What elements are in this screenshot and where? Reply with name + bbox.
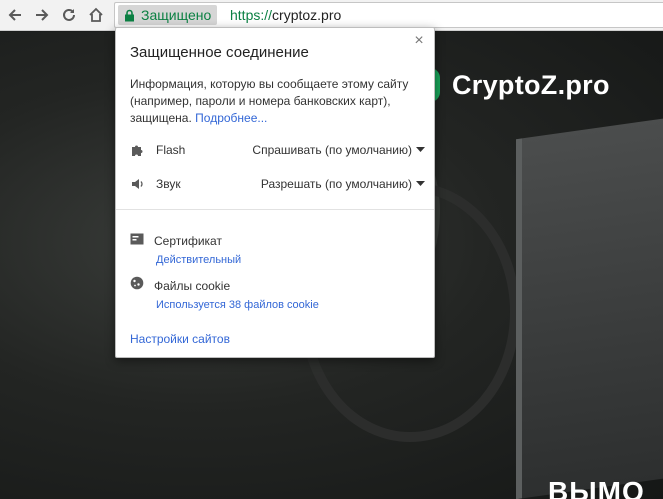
certificate-icon	[130, 232, 144, 250]
popup-title: Защищенное соединение	[130, 44, 309, 61]
certificate-section: Сертификат Действительный	[130, 232, 241, 266]
lock-icon	[125, 9, 134, 21]
cookies-section: Файлы cookie Используется 38 файлов cook…	[130, 276, 319, 311]
forward-button[interactable]	[31, 4, 53, 26]
cookies-label: Файлы cookie	[154, 278, 231, 293]
close-button[interactable]: ×	[412, 32, 426, 49]
certificate-status-link[interactable]: Действительный	[156, 254, 241, 266]
back-button[interactable]	[4, 4, 26, 26]
close-icon: ×	[414, 32, 424, 49]
permission-row-flash: Flash Спрашивать (по умолчанию)	[130, 141, 425, 159]
speaker-icon	[130, 176, 146, 192]
permission-value: Спрашивать (по умолчанию)	[252, 143, 412, 157]
popup-divider	[116, 209, 434, 210]
forward-arrow-icon	[36, 9, 49, 21]
certificate-label: Сертификат	[154, 234, 222, 248]
permission-select-sound[interactable]: Разрешать (по умолчанию)	[261, 177, 425, 191]
back-arrow-icon	[8, 9, 21, 21]
background-pc-case	[516, 116, 663, 499]
learn-more-link[interactable]: Подробнее...	[195, 111, 267, 125]
site-settings-link[interactable]: Настройки сайтов	[130, 332, 230, 346]
cookie-icon	[130, 276, 144, 295]
home-icon	[89, 7, 103, 22]
dropdown-arrow-icon	[416, 147, 425, 152]
permission-name: Flash	[156, 143, 186, 157]
permission-select-flash[interactable]: Спрашивать (по умолчанию)	[252, 143, 425, 157]
reload-icon	[63, 8, 75, 21]
hero-heading: ВЫМО	[548, 476, 645, 499]
permission-name: Звук	[156, 177, 181, 191]
site-logo-text[interactable]: CryptoZ.pro	[452, 70, 610, 101]
reload-button[interactable]	[58, 4, 80, 26]
site-info-popup: Защищенное соединение × Информация, кото…	[115, 27, 435, 358]
secure-label: Защищено	[141, 7, 212, 23]
home-button[interactable]	[85, 4, 107, 26]
url-text[interactable]: https://cryptoz.pro	[230, 7, 341, 23]
cookies-status-link[interactable]: Используется 38 файлов cookie	[156, 299, 319, 311]
address-bar[interactable]: Защищено https://cryptoz.pro	[114, 2, 663, 28]
dropdown-arrow-icon	[416, 181, 425, 186]
puzzle-icon	[130, 142, 146, 158]
url-host: cryptoz.pro	[272, 7, 342, 23]
site-info-button[interactable]: Защищено	[118, 5, 218, 25]
permission-row-sound: Звук Разрешать (по умолчанию)	[130, 175, 425, 193]
description-text: Информация, которую вы сообщаете этому с…	[130, 77, 409, 125]
connection-description: Информация, которую вы сообщаете этому с…	[130, 76, 420, 127]
permission-value: Разрешать (по умолчанию)	[260, 177, 412, 191]
url-scheme: https://	[230, 7, 273, 23]
